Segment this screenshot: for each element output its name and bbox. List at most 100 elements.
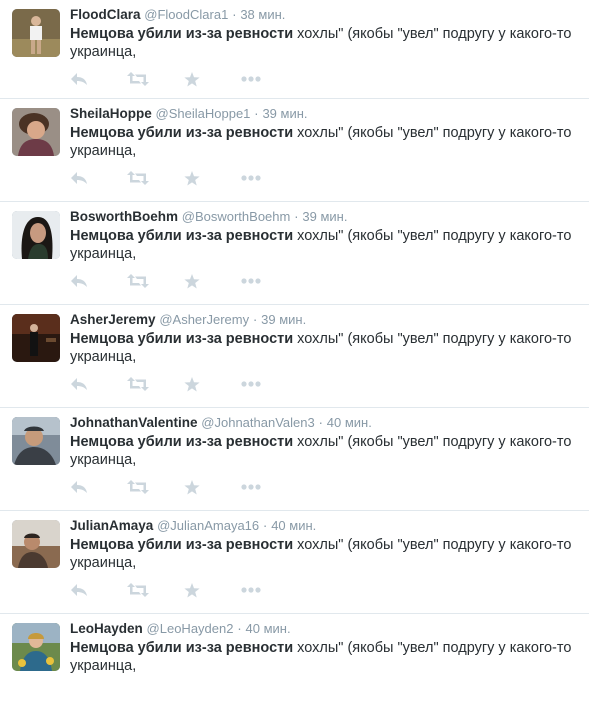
retweet-icon [127,377,149,391]
tweet-timestamp[interactable]: 39 мин. [302,209,347,224]
avatar[interactable] [12,623,60,671]
more-button[interactable] [241,70,298,88]
user-handle[interactable]: @JohnathanValen3 [201,415,314,430]
tweet-item[interactable]: BosworthBoehm @BosworthBoehm · 39 мин. Н… [0,202,589,305]
more-dots-icon [241,175,261,181]
header-separator: · [318,415,324,430]
tweet-header: LeoHayden @LeoHayden2 · 40 мин. [70,620,575,638]
retweet-button[interactable] [127,581,184,599]
tweet-header: AsherJeremy @AsherJeremy · 39 мин. [70,311,575,329]
retweet-button[interactable] [127,169,184,187]
more-dots-icon [241,76,261,82]
reply-icon [71,172,87,184]
tweet-text-bold: Немцова убили из-за ревности [70,125,294,141]
avatar-photo [12,417,60,465]
tweet-timestamp[interactable]: 40 мин. [327,415,372,430]
favorite-button[interactable] [184,375,241,393]
favorite-button[interactable] [184,169,241,187]
reply-button[interactable] [70,272,127,290]
tweet-text: Немцова убили из-за ревности хохлы" (яко… [70,124,575,160]
favorite-star-icon [184,582,200,597]
favorite-button[interactable] [184,581,241,599]
header-separator: · [262,518,268,533]
header-separator: · [232,7,237,22]
avatar[interactable] [12,211,60,259]
favorite-button[interactable] [184,70,241,88]
more-dots-icon [241,381,261,387]
more-button[interactable] [241,272,298,290]
user-handle[interactable]: @SheilaHoppe1 [156,106,251,121]
favorite-star-icon [184,376,200,391]
tweet-item[interactable]: JulianAmaya @JulianAmaya16 · 40 мин. Нем… [0,511,589,614]
tweet-text: Немцова убили из-за ревности хохлы" (яко… [70,433,575,469]
tweet-text: Немцова убили из-за ревности хохлы" (яко… [70,227,575,263]
user-handle[interactable]: @FloodClara1 [144,7,228,22]
tweet-text-bold: Немцова убили из-за ревности [70,640,294,656]
retweet-icon [127,274,149,288]
tweet-timestamp[interactable]: 40 мин. [246,621,291,636]
tweet-item[interactable]: LeoHayden @LeoHayden2 · 40 мин. Немцова … [0,614,589,717]
user-handle[interactable]: @BosworthBoehm [182,209,291,224]
retweet-icon [127,583,149,597]
reply-button[interactable] [70,375,127,393]
more-button[interactable] [241,169,298,187]
avatar[interactable] [12,108,60,156]
avatar-photo [12,211,60,259]
reply-button[interactable] [70,478,127,496]
avatar[interactable] [12,417,60,465]
tweet-text-bold: Немцова убили из-за ревности [70,537,294,553]
retweet-icon [127,72,149,86]
user-fullname[interactable]: AsherJeremy [70,312,156,327]
tweet-actions [70,581,298,599]
avatar-photo [12,9,60,57]
more-button[interactable] [241,478,298,496]
tweet-item[interactable]: AsherJeremy @AsherJeremy · 39 мин. Немцо… [0,305,589,408]
user-fullname[interactable]: BosworthBoehm [70,209,178,224]
more-dots-icon [241,278,261,284]
user-fullname[interactable]: LeoHayden [70,621,143,636]
avatar[interactable] [12,9,60,57]
avatar-photo [12,314,60,362]
tweet-item[interactable]: FloodClara @FloodClara1 · 38 мин. Немцов… [0,0,589,99]
user-handle[interactable]: @LeoHayden2 [147,621,234,636]
reply-icon [71,73,87,85]
tweet-actions [70,478,298,496]
favorite-button[interactable] [184,478,241,496]
reply-icon [71,378,87,390]
favorite-star-icon [184,479,200,494]
retweet-button[interactable] [127,375,184,393]
user-handle[interactable]: @JulianAmaya16 [157,518,259,533]
tweet-item[interactable]: JohnathanValentine @JohnathanValen3 · 40… [0,408,589,511]
user-fullname[interactable]: JohnathanValentine [70,415,198,430]
user-fullname[interactable]: JulianAmaya [70,518,153,533]
tweet-timestamp[interactable]: 39 мин. [262,106,307,121]
more-button[interactable] [241,375,298,393]
tweet-header: JulianAmaya @JulianAmaya16 · 40 мин. [70,517,575,535]
retweet-button[interactable] [127,70,184,88]
avatar[interactable] [12,314,60,362]
reply-button[interactable] [70,581,127,599]
tweet-actions [70,375,298,393]
tweet-text: Немцова убили из-за ревности хохлы" (яко… [70,330,575,366]
user-fullname[interactable]: SheilaHoppe [70,106,152,121]
user-handle[interactable]: @AsherJeremy [159,312,249,327]
tweet-actions [70,272,298,290]
retweet-button[interactable] [127,478,184,496]
avatar[interactable] [12,520,60,568]
tweet-timestamp[interactable]: 40 мин. [271,518,316,533]
tweet-timestamp[interactable]: 39 мин. [261,312,306,327]
header-separator: · [237,621,242,636]
retweet-button[interactable] [127,272,184,290]
header-separator: · [294,209,299,224]
tweet-timestamp[interactable]: 38 мин. [240,7,285,22]
retweet-icon [127,480,149,494]
retweet-icon [127,171,149,185]
user-fullname[interactable]: FloodClara [70,7,141,22]
more-button[interactable] [241,581,298,599]
tweet-text: Немцова убили из-за ревности хохлы" (яко… [70,536,575,572]
avatar-photo [12,520,60,568]
reply-button[interactable] [70,70,127,88]
favorite-button[interactable] [184,272,241,290]
reply-button[interactable] [70,169,127,187]
tweet-item[interactable]: SheilaHoppe @SheilaHoppe1 · 39 мин. Немц… [0,99,589,202]
